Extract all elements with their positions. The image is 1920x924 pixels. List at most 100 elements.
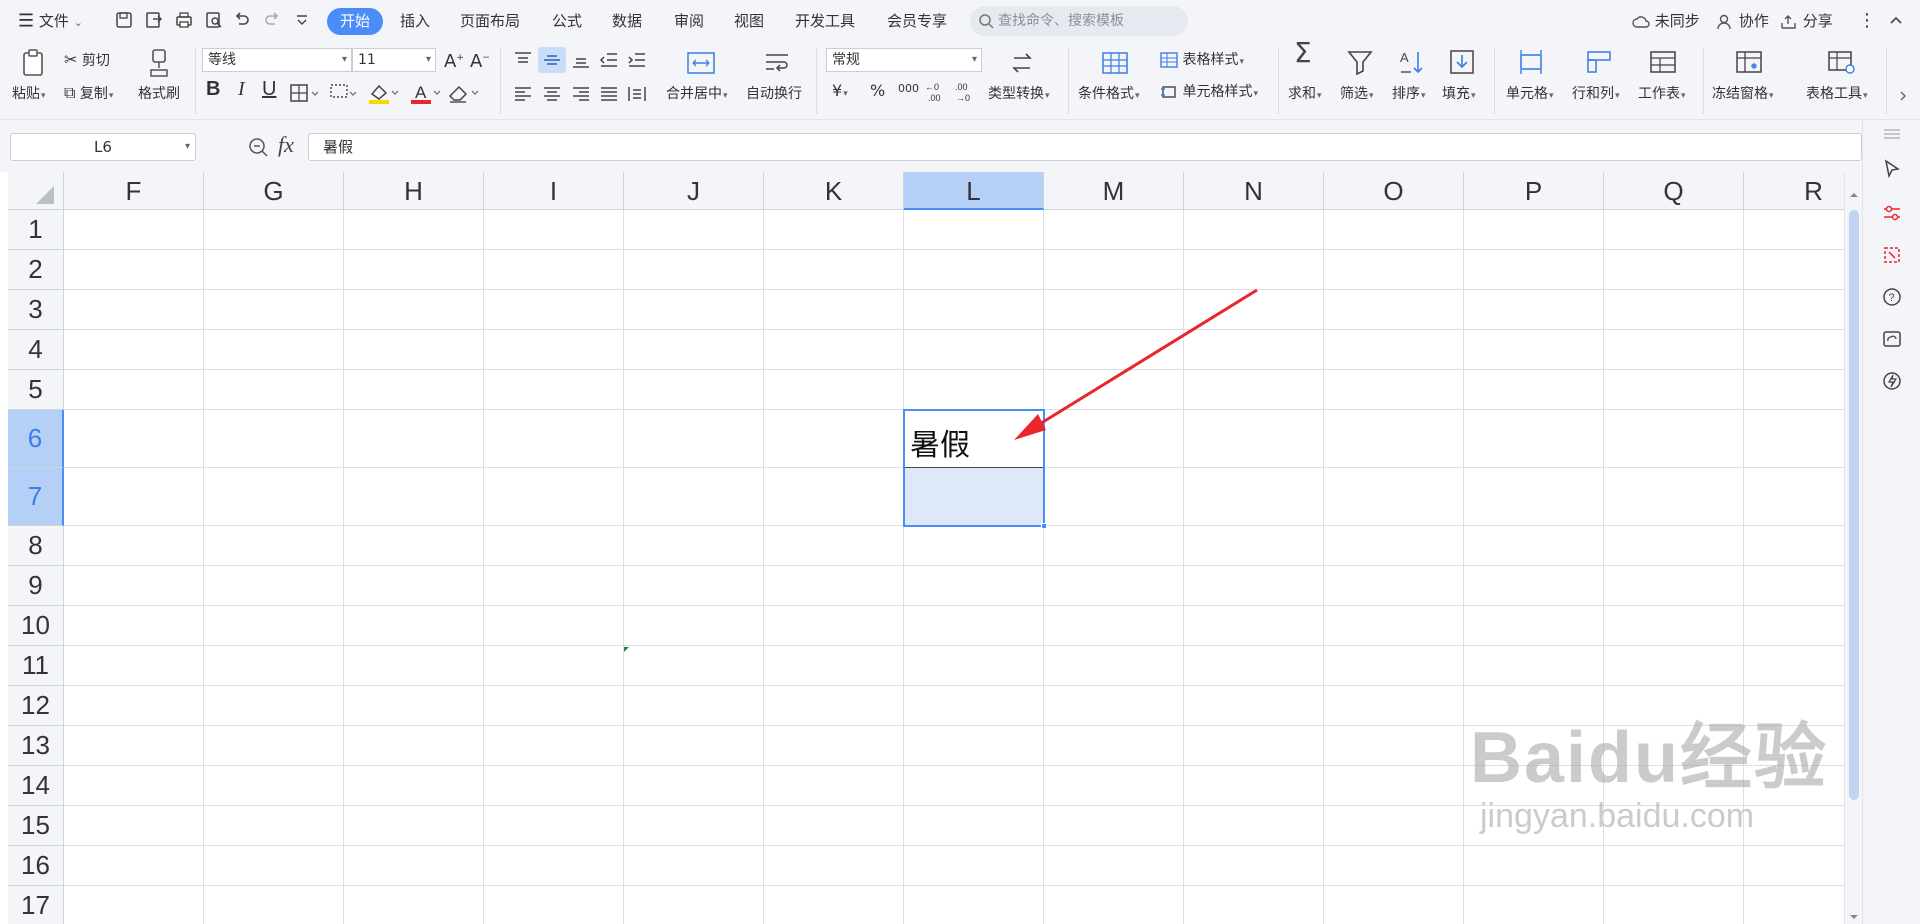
wrap-text-icon[interactable] <box>762 50 792 76</box>
fill-button[interactable]: 填充▾ <box>1442 85 1476 105</box>
adjust-settings-icon[interactable] <box>1881 202 1903 224</box>
row-header-8[interactable]: 8 <box>8 526 64 566</box>
fill-pattern-icon[interactable] <box>330 83 364 105</box>
clear-format-icon[interactable] <box>448 82 482 106</box>
zoom-formula-icon[interactable] <box>247 136 269 158</box>
worksheet-button[interactable]: 工作表▾ <box>1638 85 1686 105</box>
tab-review[interactable]: 审阅 <box>674 0 704 42</box>
row-header-9[interactable]: 9 <box>8 566 64 606</box>
thousands-separator-button[interactable]: 000 <box>898 80 919 98</box>
command-search-input[interactable]: 查找命令、搜索模板 <box>970 6 1188 36</box>
row-header-5[interactable]: 5 <box>8 370 64 410</box>
column-header-G[interactable]: G <box>204 172 344 210</box>
font-size-select[interactable]: 11 ▾ <box>352 48 436 72</box>
align-bottom-icon[interactable] <box>570 50 592 70</box>
table-tools-icon[interactable] <box>1826 48 1856 76</box>
row-header-4[interactable]: 4 <box>8 330 64 370</box>
print-preview-icon[interactable] <box>204 10 224 30</box>
share-button[interactable]: 分享 <box>1780 0 1833 42</box>
cell-style-button[interactable]: 单元格样式▾ <box>1160 83 1258 103</box>
align-middle-icon[interactable] <box>541 50 563 70</box>
decrease-decimal-icon[interactable]: .00→0 <box>954 80 978 104</box>
vertical-scrollbar[interactable] <box>1844 172 1862 924</box>
worksheet-icon[interactable] <box>1648 48 1678 76</box>
scroll-down-icon[interactable] <box>1849 912 1859 922</box>
border-icon[interactable] <box>290 83 320 103</box>
tab-data[interactable]: 数据 <box>612 0 642 42</box>
column-header-J[interactable]: J <box>624 172 764 210</box>
align-right-icon[interactable] <box>570 84 592 104</box>
tab-home[interactable]: 开始 <box>327 8 384 35</box>
table-tools-button[interactable]: 表格工具▾ <box>1806 85 1868 105</box>
increase-indent-icon[interactable] <box>626 50 648 70</box>
sync-status-button[interactable]: 未同步 <box>1632 0 1700 42</box>
undo-icon[interactable] <box>232 10 252 30</box>
underline-icon[interactable]: U <box>262 79 276 99</box>
column-header-H[interactable]: H <box>344 172 484 210</box>
panel-menu-icon[interactable] <box>1883 128 1901 140</box>
column-header-M[interactable]: M <box>1044 172 1184 210</box>
fill-color-icon[interactable] <box>368 82 402 106</box>
paste-button[interactable]: 粘贴▾ <box>12 85 46 105</box>
row-header-15[interactable]: 15 <box>8 806 64 846</box>
backup-cloud-icon[interactable] <box>1881 328 1903 350</box>
ribbon-scroll-right-icon[interactable] <box>1896 52 1912 112</box>
copy-button[interactable]: ⧉ 复制▾ <box>64 84 113 105</box>
table-style-button[interactable]: 表格样式▾ <box>1160 51 1244 71</box>
increase-font-icon[interactable]: A+ <box>444 49 464 71</box>
row-col-button[interactable]: 行和列▾ <box>1572 85 1620 105</box>
row-header-17[interactable]: 17 <box>8 886 64 924</box>
fill-down-icon[interactable] <box>1448 48 1476 76</box>
column-header-Q[interactable]: Q <box>1604 172 1744 210</box>
row-header-7[interactable]: 7 <box>8 468 64 526</box>
column-header-I[interactable]: I <box>484 172 624 210</box>
row-header-1[interactable]: 1 <box>8 210 64 250</box>
row-header-6[interactable]: 6 <box>8 410 64 468</box>
conditional-format-button[interactable]: 条件格式▾ <box>1078 85 1140 105</box>
freeze-panes-button[interactable]: 冻结窗格▾ <box>1712 85 1774 105</box>
align-top-icon[interactable] <box>512 50 534 70</box>
column-header-N[interactable]: N <box>1184 172 1324 210</box>
column-header-K[interactable]: K <box>764 172 904 210</box>
column-header-R[interactable]: R <box>1744 172 1844 210</box>
type-convert-icon[interactable] <box>1008 50 1036 76</box>
filter-icon[interactable] <box>1346 48 1374 76</box>
conditional-format-icon[interactable] <box>1100 50 1130 76</box>
transform-icon[interactable] <box>1881 244 1903 266</box>
export-pdf-icon[interactable] <box>144 10 164 30</box>
cell-icon[interactable] <box>1516 48 1546 76</box>
redo-icon[interactable] <box>262 10 282 30</box>
justify-icon[interactable] <box>598 84 620 104</box>
font-color-icon[interactable]: A <box>410 82 444 106</box>
type-convert-button[interactable]: 类型转换▾ <box>988 85 1050 105</box>
row-header-12[interactable]: 12 <box>8 686 64 726</box>
freeze-panes-icon[interactable] <box>1734 48 1764 76</box>
column-header-F[interactable]: F <box>64 172 204 210</box>
file-menu[interactable]: ☰ 文件 ⌄ <box>18 0 83 42</box>
tab-insert[interactable]: 插入 <box>400 0 430 42</box>
customize-quick-access-icon[interactable] <box>292 10 312 30</box>
merge-center-button[interactable]: 合并居中▾ <box>666 85 728 105</box>
tab-formulas[interactable]: 公式 <box>552 0 582 42</box>
row-header-2[interactable]: 2 <box>8 250 64 290</box>
tab-member[interactable]: 会员专享 <box>887 0 947 42</box>
paste-icon[interactable] <box>18 48 48 78</box>
sum-icon[interactable]: Σ <box>1294 39 1312 67</box>
scroll-up-icon[interactable] <box>1849 190 1859 200</box>
row-header-16[interactable]: 16 <box>8 846 64 886</box>
format-painter-icon[interactable] <box>147 48 171 78</box>
more-options-icon[interactable]: ⋮ <box>1858 0 1876 42</box>
merge-center-icon[interactable] <box>686 50 716 76</box>
row-header-13[interactable]: 13 <box>8 726 64 766</box>
distributed-align-icon[interactable] <box>626 84 648 104</box>
row-header-14[interactable]: 14 <box>8 766 64 806</box>
tab-view[interactable]: 视图 <box>734 0 764 42</box>
increase-decimal-icon[interactable]: ←0.00 <box>924 80 948 104</box>
cell-button[interactable]: 单元格▾ <box>1506 85 1554 105</box>
bold-icon[interactable]: B <box>206 79 220 99</box>
align-center-icon[interactable] <box>541 84 563 104</box>
save-icon[interactable] <box>114 10 134 30</box>
row-header-3[interactable]: 3 <box>8 290 64 330</box>
help-icon[interactable]: ? <box>1881 286 1903 308</box>
cut-button[interactable]: ✂ 剪切 <box>64 51 110 70</box>
